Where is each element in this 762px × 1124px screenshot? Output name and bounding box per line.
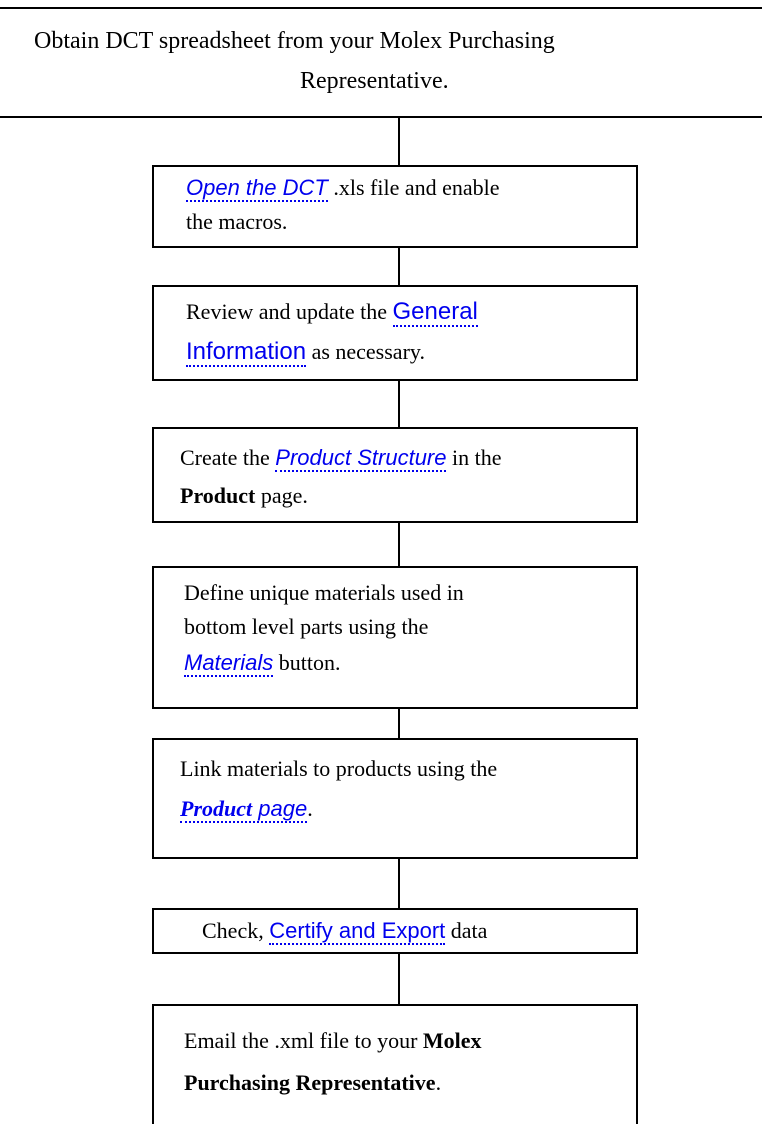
step-box-materials: Define unique materials used in bottom l… [152,566,638,709]
header-bottom-line [0,116,762,118]
header-text-line2: Representative. [300,68,449,94]
step4-text-line3: button. [273,650,341,675]
product-bold-text: Product [180,483,256,508]
step7-text: Email the .xml file to your [184,1028,423,1053]
step-box-link-materials: Link materials to products using the Pro… [152,738,638,859]
step2-text: Review and update the [186,299,393,324]
step3-text-rest: in the [446,445,502,470]
step3-text-line2: page. [255,483,308,508]
materials-link[interactable]: Materials [184,650,274,677]
step2-text-line2: as necessary. [306,339,425,364]
general-information-link-line2[interactable]: Information [186,338,307,367]
product-page-link[interactable]: Product page [180,796,308,823]
certify-and-export-link[interactable]: Certify and Export [269,918,446,945]
step6-text: Check, [202,918,270,943]
step-box-product-structure: Create the Product Structure in the Prod… [152,427,638,523]
step3-text: Create the [180,445,276,470]
connector-3 [398,380,400,427]
step1-text: .xls file and enable [327,175,500,200]
step4-text-line1: Define unique materials used in [184,580,464,605]
connector-1 [398,117,400,165]
step1-text-line2: the macros. [186,209,288,234]
step-box-email-xml: Email the .xml file to your Molex Purcha… [152,1004,638,1124]
connector-2 [398,247,400,285]
step-box-general-information: Review and update the General Informatio… [152,285,638,381]
connector-6 [398,858,400,908]
general-information-link[interactable]: General [392,298,478,327]
product-structure-link[interactable]: Product Structure [275,445,447,472]
step7-text-period: . [435,1070,442,1095]
step5-text-period: . [307,796,313,821]
molex-bold-text: Molex [422,1028,482,1053]
header-text-line1: Obtain DCT spreadsheet from your Molex P… [34,28,555,54]
purchasing-representative-bold-text: Purchasing Representative [184,1070,436,1095]
step-box-certify-export: Check, Certify and Export data [152,908,638,954]
step4-text-line2: bottom level parts using the [184,614,429,639]
step-box-open-dct: Open the DCT .xls file and enable the ma… [152,165,638,248]
top-border-line [0,7,762,9]
open-the-dct-link[interactable]: Open the DCT [186,175,328,202]
step5-text-line1: Link materials to products using the [180,756,498,781]
connector-5 [398,708,400,738]
connector-4 [398,522,400,566]
connector-7 [398,953,400,1004]
step6-text-rest: data [445,918,488,943]
